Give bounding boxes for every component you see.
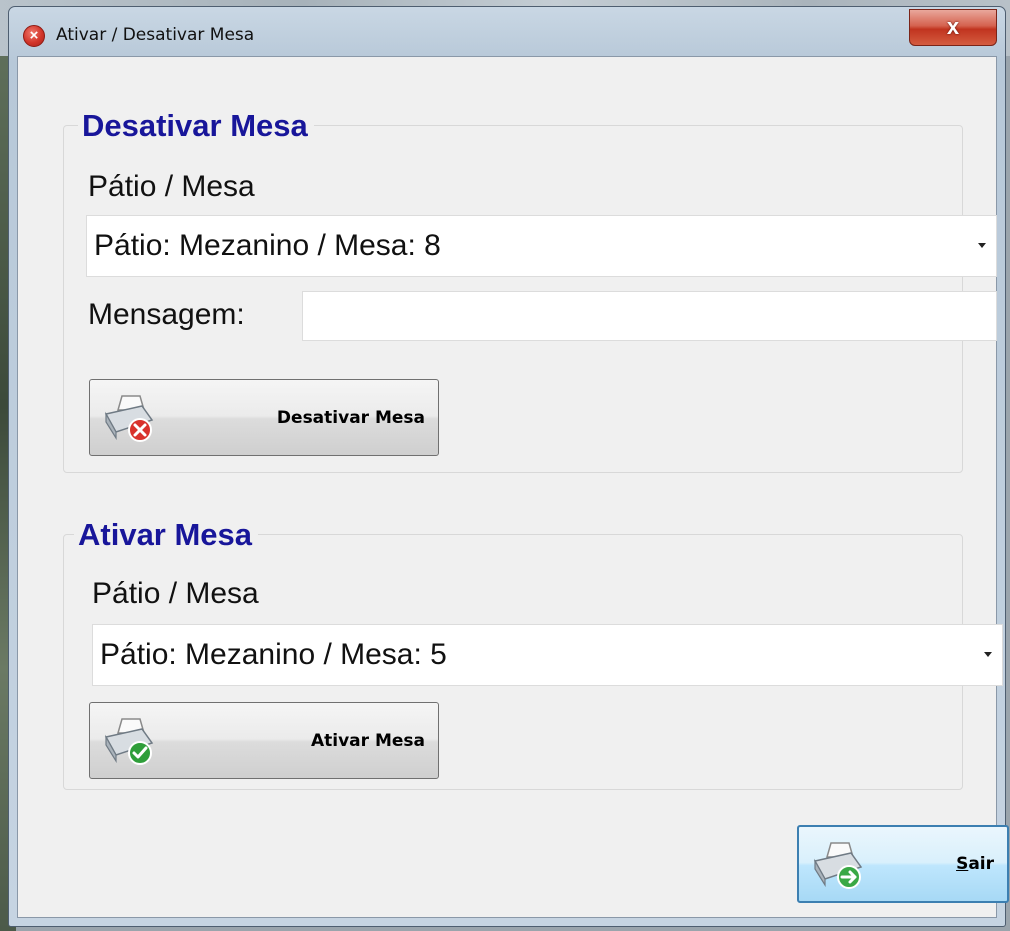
close-button[interactable]: x bbox=[909, 9, 997, 46]
activate-patio-select[interactable]: Pátio: Mezanino / Mesa: 5 bbox=[92, 624, 1003, 686]
exit-button-label: Sair bbox=[956, 827, 994, 901]
deactivate-patio-label: Pátio / Mesa bbox=[88, 170, 255, 203]
exit-button[interactable]: Sair bbox=[797, 825, 1009, 903]
deactivate-patio-select[interactable]: Pátio: Mezanino / Mesa: 8 bbox=[86, 215, 997, 277]
exit-label-rest: air bbox=[968, 854, 994, 874]
activate-button-label: Ativar Mesa bbox=[310, 730, 425, 751]
error-circle-icon: × bbox=[23, 25, 45, 47]
chevron-down-icon[interactable] bbox=[978, 243, 986, 248]
message-input[interactable] bbox=[302, 291, 997, 341]
dialog-body: Desativar Mesa Pátio / Mesa Pátio: Mezan… bbox=[17, 56, 1009, 918]
deactivate-group: Desativar Mesa Pátio / Mesa Pátio: Mezan… bbox=[63, 108, 997, 473]
activate-group: Ativar Mesa Pátio / Mesa Pátio: Mezanino… bbox=[63, 517, 1003, 790]
printer-x-icon bbox=[104, 395, 154, 442]
chevron-down-icon[interactable] bbox=[984, 652, 992, 657]
message-label: Mensagem: bbox=[88, 298, 245, 331]
activate-patio-value: Pátio: Mezanino / Mesa: 5 bbox=[100, 638, 447, 671]
printer-check-icon bbox=[104, 718, 154, 765]
dialog-window: × Ativar / Desativar Mesa x Desativar Me… bbox=[8, 6, 1009, 927]
exit-mnemonic: S bbox=[956, 854, 969, 874]
activate-button[interactable]: Ativar Mesa bbox=[89, 702, 439, 779]
printer-arrow-icon bbox=[813, 842, 863, 889]
activate-group-title: Ativar Mesa bbox=[74, 517, 259, 553]
activate-patio-label: Pátio / Mesa bbox=[92, 577, 259, 610]
title-bar[interactable]: × Ativar / Desativar Mesa x bbox=[9, 7, 1005, 55]
deactivate-group-title: Desativar Mesa bbox=[78, 108, 314, 144]
deactivate-patio-value: Pátio: Mezanino / Mesa: 8 bbox=[94, 229, 441, 262]
deactivate-button-label: Desativar Mesa bbox=[276, 407, 425, 428]
deactivate-button[interactable]: Desativar Mesa bbox=[89, 379, 439, 456]
window-title: Ativar / Desativar Mesa bbox=[56, 25, 255, 45]
